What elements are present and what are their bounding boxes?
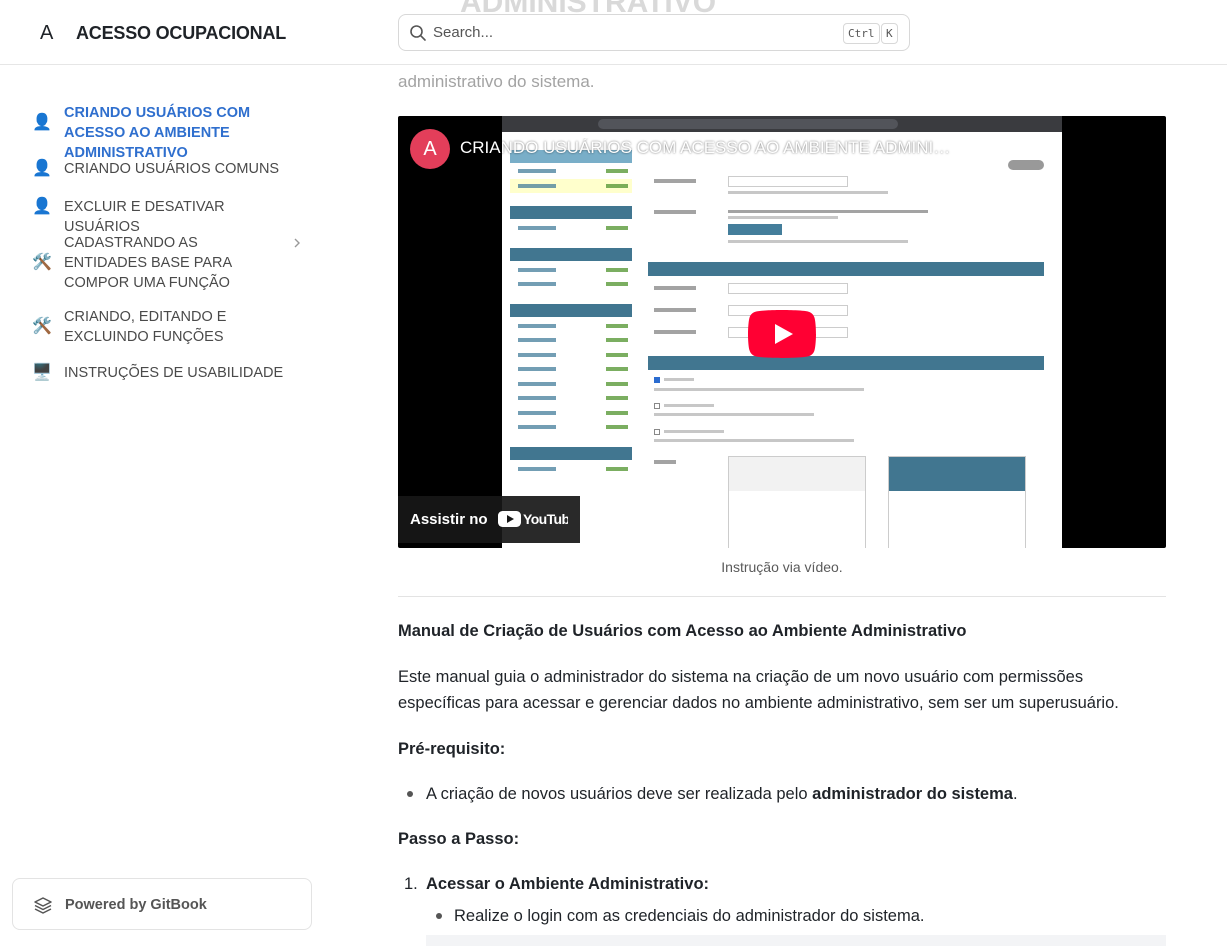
watch-on-label: Assistir no bbox=[410, 511, 488, 528]
user-icon: 👤 bbox=[32, 114, 52, 131]
steps-heading: Passo a Passo: bbox=[398, 830, 520, 848]
shortcut-ctrl-key: Ctrl bbox=[843, 23, 880, 44]
sidebar-item-label: EXCLUIR E DESATIVAR USUÁRIOS bbox=[64, 199, 225, 235]
powered-by-gitbook[interactable]: Powered by GitBook bbox=[12, 878, 312, 930]
youtube-logo-icon: YouTube bbox=[498, 511, 568, 527]
tools-icon: 🛠️ bbox=[32, 318, 52, 335]
watch-on-youtube-button[interactable]: Assistir no YouTube bbox=[398, 496, 580, 543]
channel-avatar[interactable]: A bbox=[410, 129, 450, 169]
article-heading: Manual de Criação de Usuários com Acesso… bbox=[398, 622, 967, 640]
sidebar-item-label: CRIANDO USUÁRIOS COM ACESSO AO AMBIENTE … bbox=[64, 105, 251, 161]
bullet bbox=[407, 791, 413, 797]
sidebar-item-common-users[interactable]: 👤 CRIANDO USUÁRIOS COMUNS bbox=[32, 159, 307, 179]
top-header: A ACESSO OCUPACIONAL Search... Ctrl K bbox=[0, 0, 1227, 65]
site-title[interactable]: ACESSO OCUPACIONAL bbox=[76, 23, 286, 44]
sidebar-item-label: CRIANDO USUÁRIOS COMUNS bbox=[64, 161, 280, 177]
gitbook-icon bbox=[34, 897, 52, 914]
svg-text:YouTube: YouTube bbox=[523, 511, 568, 527]
powered-by-label: Powered by GitBook bbox=[65, 897, 207, 913]
article-intro: Este manual guia o administrador do sist… bbox=[398, 668, 1119, 712]
code-block bbox=[426, 935, 1166, 946]
search-input[interactable]: Search... bbox=[433, 24, 493, 41]
sidebar-item-functions[interactable]: 🛠️ CRIANDO, EDITANDO E EXCLUINDO FUNÇÕES bbox=[32, 307, 307, 349]
step-title: Acessar o Ambiente Administrativo: bbox=[426, 875, 710, 893]
sidebar-item-admin-users[interactable]: 👤 CRIANDO USUÁRIOS COM ACESSO AO AMBIENT… bbox=[32, 103, 307, 161]
sidebar-item-base-entities[interactable]: 🛠️ CADASTRANDO AS ENTIDADES BASE PARA CO… bbox=[32, 233, 307, 293]
prereq-heading: Pré-requisito: bbox=[398, 740, 506, 758]
user-icon: 👤 bbox=[32, 198, 52, 215]
youtube-video-embed[interactable]: A CRIANDO USUÁRIOS COM ACESSO AO AMBIENT… bbox=[398, 116, 1166, 548]
play-icon[interactable] bbox=[748, 310, 816, 358]
site-logo[interactable]: A bbox=[40, 22, 53, 45]
step-number: 1. bbox=[404, 875, 418, 893]
video-title[interactable]: CRIANDO USUÁRIOS COM ACESSO AO AMBIENTE … bbox=[460, 138, 960, 158]
tools-icon: 🛠️ bbox=[32, 254, 52, 271]
search-icon bbox=[410, 25, 426, 41]
prereq-item: A criação de novos usuários deve ser rea… bbox=[426, 785, 1018, 803]
sidebar-item-usability[interactable]: 🖥️ INSTRUÇÕES DE USABILIDADE bbox=[32, 363, 307, 383]
sidebar-item-label: INSTRUÇÕES DE USABILIDADE bbox=[64, 365, 284, 381]
monitor-icon: 🖥️ bbox=[32, 364, 52, 381]
shortcut-k-key: K bbox=[881, 23, 898, 44]
video-caption: Instrução via vídeo. bbox=[721, 559, 843, 575]
chevron-right-icon[interactable] bbox=[291, 237, 303, 249]
sidebar-item-label: CRIANDO, EDITANDO E EXCLUINDO FUNÇÕES bbox=[64, 309, 227, 345]
user-icon: 👤 bbox=[32, 160, 52, 177]
sidebar: 👤 CRIANDO USUÁRIOS COM ACESSO AO AMBIENT… bbox=[0, 65, 330, 946]
step-bullet: Realize o login com as credenciais do ad… bbox=[454, 907, 925, 925]
sidebar-item-delete-users[interactable]: 👤 EXCLUIR E DESATIVAR USUÁRIOS bbox=[32, 197, 307, 235]
sidebar-item-label: CADASTRANDO AS ENTIDADES BASE PARA COMPO… bbox=[64, 235, 232, 291]
divider bbox=[398, 596, 1166, 597]
search-bar[interactable]: Search... Ctrl K bbox=[398, 14, 910, 51]
bullet bbox=[436, 913, 442, 919]
